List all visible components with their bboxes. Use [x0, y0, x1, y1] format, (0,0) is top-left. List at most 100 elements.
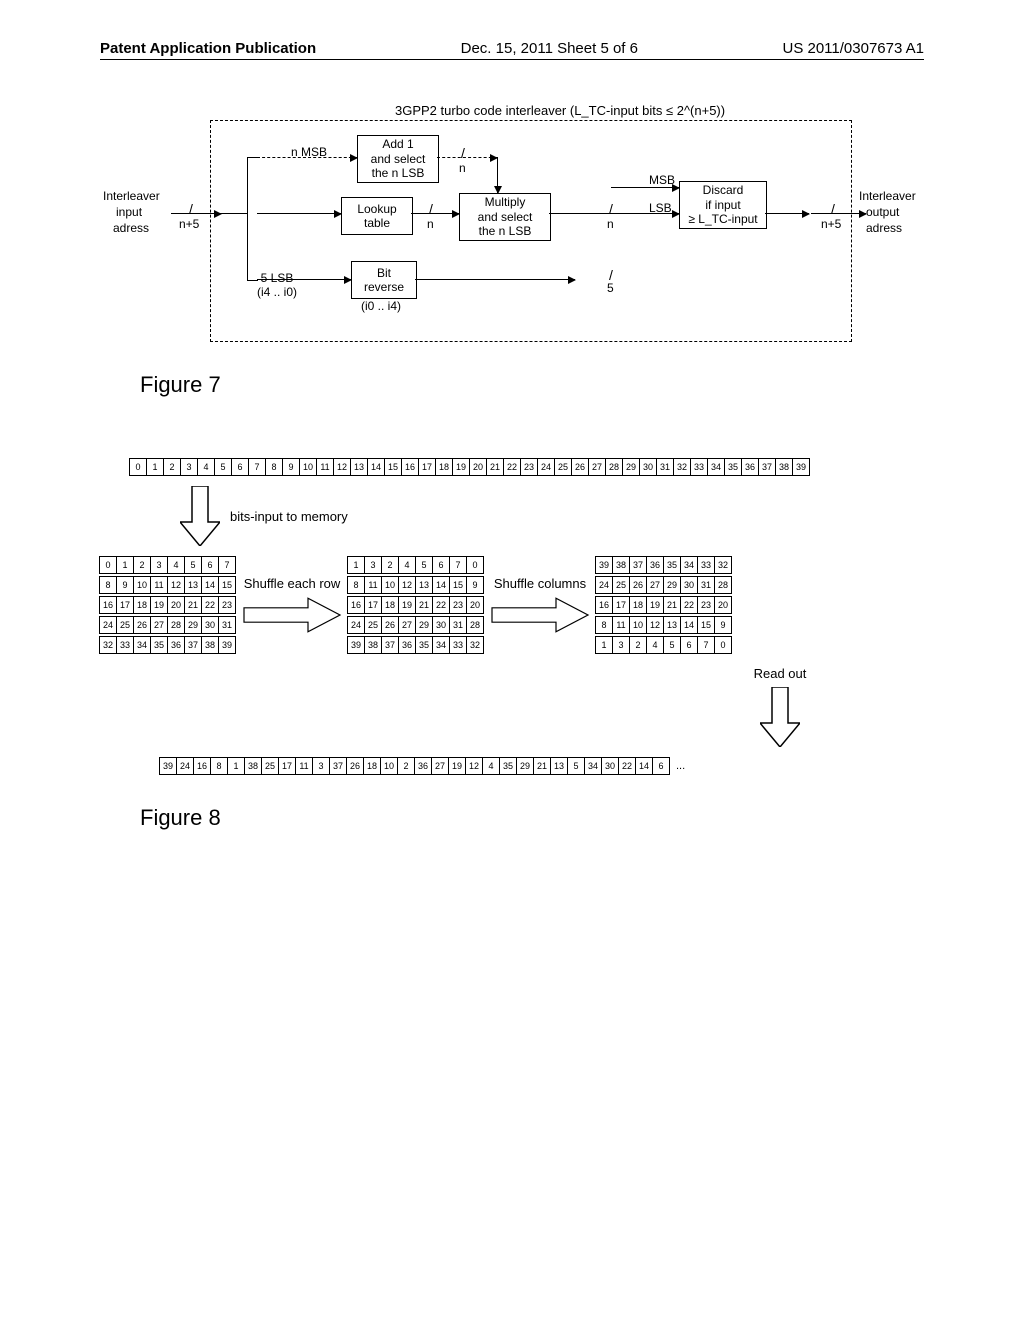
- header-left: Patent Application Publication: [100, 40, 316, 57]
- fig8-ellipsis: ...: [676, 760, 685, 772]
- fig8-matrix-3: 3938373635343332242526272930312816171819…: [596, 556, 732, 654]
- fig7-bus-n-1: n: [459, 161, 466, 175]
- fig8-output-strip: 3924168138251711337261810236271912435292…: [160, 757, 670, 775]
- strip-cell: 6: [652, 757, 670, 775]
- fig7-output-label-1: Interleaver: [859, 189, 916, 203]
- matrix-cell: 20: [466, 596, 484, 614]
- strip-cell: 8: [210, 757, 228, 775]
- strip-cell: 29: [516, 757, 534, 775]
- matrix-cell: 36: [167, 636, 185, 654]
- matrix-cell: 21: [663, 596, 681, 614]
- strip-cell: 10: [380, 757, 398, 775]
- strip-cell: 31: [656, 458, 674, 476]
- matrix-cell: 5: [415, 556, 433, 574]
- matrix-cell: 15: [449, 576, 467, 594]
- matrix-cell: 19: [150, 596, 168, 614]
- header-right: US 2011/0307673 A1: [782, 40, 924, 57]
- strip-cell: 13: [550, 757, 568, 775]
- fig7-bus-5: 5: [607, 281, 614, 295]
- strip-cell: 38: [775, 458, 793, 476]
- strip-cell: 11: [295, 757, 313, 775]
- strip-cell: 16: [401, 458, 419, 476]
- matrix-cell: 39: [218, 636, 236, 654]
- matrix-cell: 31: [449, 616, 467, 634]
- strip-cell: 9: [282, 458, 300, 476]
- matrix-cell: 22: [201, 596, 219, 614]
- matrix-cell: 23: [449, 596, 467, 614]
- strip-cell: 20: [469, 458, 487, 476]
- matrix-cell: 0: [466, 556, 484, 574]
- matrix-cell: 18: [133, 596, 151, 614]
- strip-cell: 5: [567, 757, 585, 775]
- strip-cell: 34: [707, 458, 725, 476]
- strip-cell: 3: [180, 458, 198, 476]
- matrix-cell: 27: [646, 576, 664, 594]
- strip-cell: 4: [482, 757, 500, 775]
- matrix-cell: 34: [133, 636, 151, 654]
- matrix-cell: 24: [595, 576, 613, 594]
- matrix-cell: 12: [167, 576, 185, 594]
- strip-cell: 13: [350, 458, 368, 476]
- strip-cell: 22: [503, 458, 521, 476]
- matrix-cell: 34: [680, 556, 698, 574]
- fig7-block-bitrev: Bit reverse: [351, 261, 417, 299]
- fig7-slash-icon-out: /: [831, 201, 835, 217]
- fig7-slash-n1: /: [461, 145, 465, 161]
- strip-cell: 24: [537, 458, 555, 476]
- matrix-cell: 11: [612, 616, 630, 634]
- matrix-cell: 12: [646, 616, 664, 634]
- strip-cell: 19: [448, 757, 466, 775]
- strip-cell: 29: [622, 458, 640, 476]
- matrix-cell: 24: [347, 616, 365, 634]
- strip-cell: 7: [248, 458, 266, 476]
- strip-cell: 39: [159, 757, 177, 775]
- matrix-cell: 25: [612, 576, 630, 594]
- fig7-discard-out-arrow: [765, 213, 809, 214]
- fig7-nmsb-arrow: [257, 157, 357, 158]
- matrix-cell: 37: [381, 636, 399, 654]
- fig8-input-strip: 0123456789101112131415161718192021222324…: [130, 458, 924, 476]
- strip-cell: 14: [635, 757, 653, 775]
- fig7-to-lookup-arrow: [257, 213, 341, 214]
- strip-cell: 34: [584, 757, 602, 775]
- matrix-cell: 14: [432, 576, 450, 594]
- matrix-cell: 9: [714, 616, 732, 634]
- right-arrow-icon: [242, 595, 342, 635]
- strip-cell: 27: [431, 757, 449, 775]
- fig7-down-to-mult: [497, 157, 498, 193]
- matrix-cell: 3: [612, 636, 630, 654]
- matrix-cell: 2: [629, 636, 647, 654]
- matrix-cell: 7: [218, 556, 236, 574]
- strip-cell: 18: [435, 458, 453, 476]
- fig7-bitrev-out-arrow: [415, 279, 575, 280]
- fig7-split-bracket: [247, 157, 258, 281]
- strip-cell: 17: [418, 458, 436, 476]
- fig7-output-label-3: adress: [866, 221, 902, 235]
- strip-cell: 37: [758, 458, 776, 476]
- matrix-cell: 36: [646, 556, 664, 574]
- matrix-cell: 35: [150, 636, 168, 654]
- matrix-cell: 0: [714, 636, 732, 654]
- strip-cell: 33: [690, 458, 708, 476]
- fig7-bus-n5-in: n+5: [179, 217, 199, 231]
- matrix-cell: 13: [415, 576, 433, 594]
- figure-7-diagram: 3GPP2 turbo code interleaver (L_TC-input…: [100, 120, 924, 342]
- matrix-cell: 29: [415, 616, 433, 634]
- matrix-cell: 3: [364, 556, 382, 574]
- fig7-block-discard: Discard if input ≥ L_TC-input: [679, 181, 767, 229]
- matrix-cell: 13: [184, 576, 202, 594]
- right-arrow-icon-2: [490, 595, 590, 635]
- matrix-cell: 15: [218, 576, 236, 594]
- matrix-cell: 21: [184, 596, 202, 614]
- matrix-cell: 14: [201, 576, 219, 594]
- strip-cell: 30: [639, 458, 657, 476]
- matrix-cell: 8: [99, 576, 117, 594]
- matrix-cell: 4: [398, 556, 416, 574]
- matrix-cell: 24: [99, 616, 117, 634]
- strip-cell: 21: [533, 757, 551, 775]
- matrix-cell: 6: [680, 636, 698, 654]
- fig7-slash-icon: /: [189, 201, 193, 217]
- matrix-cell: 34: [432, 636, 450, 654]
- fig7-slash-n3: /: [609, 201, 613, 217]
- matrix-cell: 2: [133, 556, 151, 574]
